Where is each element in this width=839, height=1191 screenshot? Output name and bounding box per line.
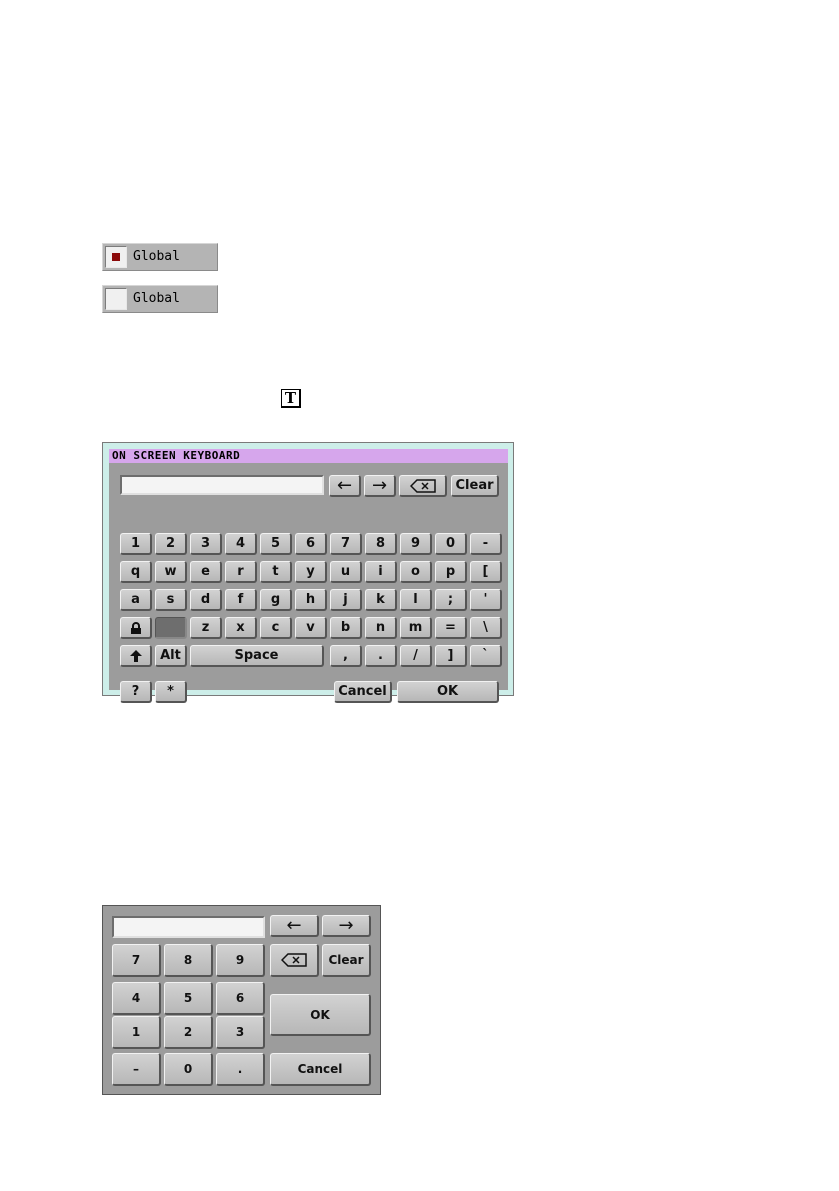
key[interactable]: 2 <box>155 533 187 555</box>
backspace-icon <box>281 953 307 967</box>
checkbox-box[interactable] <box>105 246 127 268</box>
ok-button[interactable]: OK <box>397 681 499 703</box>
key[interactable]: h <box>295 589 327 611</box>
numpad-key[interactable]: . <box>216 1053 265 1086</box>
key[interactable]: w <box>155 561 187 583</box>
key[interactable]: i <box>365 561 397 583</box>
key[interactable]: [ <box>470 561 502 583</box>
numpad-key[interactable]: 9 <box>216 944 265 977</box>
key[interactable]: c <box>260 617 292 639</box>
backspace-icon <box>409 478 436 493</box>
keyboard-panel: ← → Clear Alt Space ? * Cancel OK 123456… <box>109 463 508 703</box>
numpad-key[interactable]: 4 <box>112 982 161 1015</box>
key[interactable]: q <box>120 561 152 583</box>
key[interactable]: g <box>260 589 292 611</box>
key[interactable]: f <box>225 589 257 611</box>
checkbox-checked-mark <box>112 253 120 261</box>
key[interactable]: j <box>330 589 362 611</box>
key[interactable]: 1 <box>120 533 152 555</box>
key[interactable]: a <box>120 589 152 611</box>
key[interactable]: r <box>225 561 257 583</box>
numpad-key[interactable]: 2 <box>164 1016 213 1049</box>
checkbox-box[interactable] <box>105 288 127 310</box>
clear-button[interactable]: Clear <box>451 475 499 497</box>
alt-button[interactable]: Alt <box>155 645 187 667</box>
key[interactable]: b <box>330 617 362 639</box>
key[interactable]: 9 <box>400 533 432 555</box>
key[interactable]: p <box>435 561 467 583</box>
numpad-key[interactable]: 7 <box>112 944 161 977</box>
key[interactable]: 4 <box>225 533 257 555</box>
global-checkbox-checked[interactable]: Global <box>102 243 218 271</box>
numpad-key[interactable]: 5 <box>164 982 213 1015</box>
key[interactable]: s <box>155 589 187 611</box>
checkbox-label: Global <box>133 291 180 306</box>
numpad-key[interactable]: 6 <box>216 982 265 1015</box>
key[interactable]: / <box>400 645 432 667</box>
cursor-right-button[interactable]: → <box>364 475 396 497</box>
key[interactable]: 5 <box>260 533 292 555</box>
text-edit-icon[interactable]: T <box>281 389 301 408</box>
key[interactable]: 3 <box>190 533 222 555</box>
key[interactable]: . <box>365 645 397 667</box>
help-button[interactable]: ? <box>120 681 152 703</box>
numpad-cancel-button[interactable]: Cancel <box>270 1053 371 1086</box>
global-checkbox-unchecked[interactable]: Global <box>102 285 218 313</box>
key[interactable]: , <box>330 645 362 667</box>
backspace-button[interactable] <box>399 475 447 497</box>
shift-up-arrow-icon <box>129 649 142 662</box>
numpad-cursor-left-button[interactable]: ← <box>270 915 319 937</box>
key[interactable]: d <box>190 589 222 611</box>
numpad-cursor-right-button[interactable]: → <box>322 915 371 937</box>
key[interactable]: t <box>260 561 292 583</box>
key[interactable]: u <box>330 561 362 583</box>
key[interactable]: l <box>400 589 432 611</box>
checkbox-label: Global <box>133 249 180 264</box>
key[interactable]: - <box>470 533 502 555</box>
numpad-key[interactable]: – <box>112 1053 161 1086</box>
key[interactable]: y <box>295 561 327 583</box>
shift-button[interactable] <box>120 645 152 667</box>
numpad-ok-button[interactable]: OK <box>270 994 371 1036</box>
cancel-button[interactable]: Cancel <box>334 681 392 703</box>
numpad-clear-button[interactable]: Clear <box>322 944 371 977</box>
keyboard-text-input[interactable] <box>120 475 324 495</box>
key[interactable]: x <box>225 617 257 639</box>
numpad-text-input[interactable] <box>112 916 265 938</box>
key[interactable]: k <box>365 589 397 611</box>
key[interactable]: 8 <box>365 533 397 555</box>
key[interactable]: 6 <box>295 533 327 555</box>
key[interactable]: e <box>190 561 222 583</box>
key[interactable]: ` <box>470 645 502 667</box>
numpad-key[interactable]: 3 <box>216 1016 265 1049</box>
space-button[interactable]: Space <box>190 645 324 667</box>
star-button[interactable]: * <box>155 681 187 703</box>
key[interactable]: n <box>365 617 397 639</box>
numpad-key[interactable]: 8 <box>164 944 213 977</box>
keyboard-title: ON SCREEN KEYBOARD <box>109 449 508 463</box>
numpad-backspace-button[interactable] <box>270 944 319 977</box>
key[interactable]: ' <box>470 589 502 611</box>
key[interactable]: 7 <box>330 533 362 555</box>
key[interactable]: v <box>295 617 327 639</box>
lock-icon <box>130 621 141 634</box>
numpad-key[interactable]: 1 <box>112 1016 161 1049</box>
key[interactable]: z <box>190 617 222 639</box>
key[interactable]: = <box>435 617 467 639</box>
key[interactable]: \ <box>470 617 502 639</box>
numeric-keypad: ← → Clear OK Cancel 7 8 9 4 5 6 1 2 3 –0. <box>102 905 381 1095</box>
key[interactable]: o <box>400 561 432 583</box>
key[interactable]: m <box>400 617 432 639</box>
caps-lock-button[interactable] <box>120 617 152 639</box>
cursor-left-button[interactable]: ← <box>329 475 361 497</box>
key[interactable]: 0 <box>435 533 467 555</box>
key[interactable]: ; <box>435 589 467 611</box>
numpad-key[interactable]: 0 <box>164 1053 213 1086</box>
key[interactable]: ] <box>435 645 467 667</box>
on-screen-keyboard: ON SCREEN KEYBOARD ← → Clear Alt Space ?… <box>102 442 514 703</box>
pressed-blank-key[interactable] <box>155 617 187 639</box>
